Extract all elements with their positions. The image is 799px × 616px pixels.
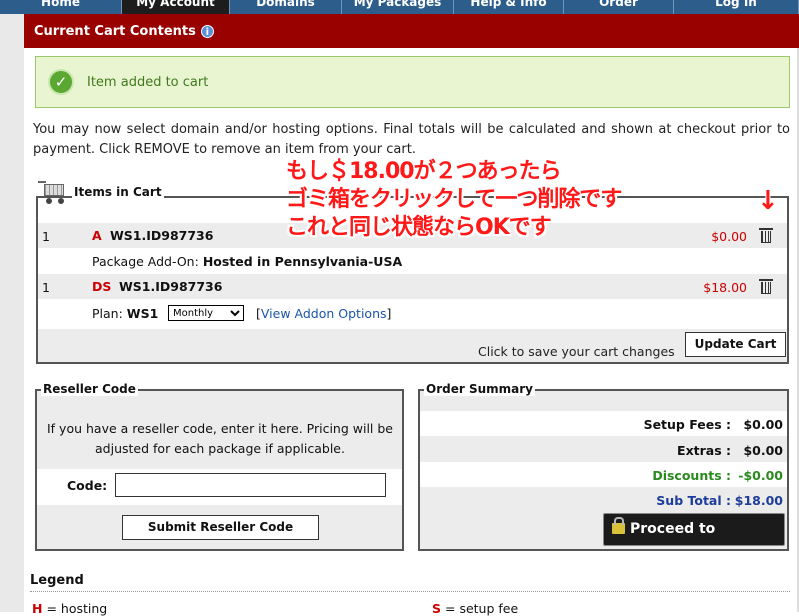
addon-text: Package Add-On: Hosted in Pennsylvania-U… [92,254,402,269]
tab-log-in[interactable]: Log In [674,0,799,14]
page-title: Current Cart Contents [34,24,196,39]
legend-hosting: H = hosting [32,601,107,616]
shopping-cart-icon [38,178,68,206]
cart-legend-label: Items in Cart [72,185,164,199]
summary-label: Setup Fees : [643,417,731,432]
legend-desc: = hosting [46,601,108,616]
cart-item-row: 1 DS WS1.ID987736 $18.00 [38,274,787,299]
down-arrow-icon: ↓ [757,186,779,216]
tab-home[interactable]: Home [0,0,122,14]
item-price: $18.00 [703,280,747,295]
proceed-to-checkout-button[interactable]: Proceed to Checkout [603,513,785,568]
addon-options-link-wrap: [View Addon Options] [256,306,391,321]
addon-value: Hosted in Pennsylvania-USA [202,254,403,269]
summary-value: -$0.00 [738,468,783,483]
item-price: $0.00 [711,229,747,244]
reseller-legend: Reseller Code [41,382,138,396]
info-icon[interactable]: i [200,25,214,38]
code-label: Code: [67,478,108,493]
reseller-box: Reseller Code If you have a reseller cod… [35,382,404,551]
legend-desc: = setup fee [445,601,519,616]
summary-label: Discounts : [652,468,731,483]
item-qty: 1 [42,229,50,244]
summary-row-extras: Extras : $0.00 [420,437,787,462]
tab-domains[interactable]: Domains [230,0,342,14]
addon-row: Package Add-On: Hosted in Pennsylvania-U… [38,249,787,274]
billing-cycle-select[interactable]: Monthly [168,305,244,321]
update-row: Click to save your cart changes Update C… [38,329,787,362]
view-addon-options-link[interactable]: View Addon Options [261,306,387,321]
plan-row: Plan: WS1 Monthly [View Addon Options] [38,301,787,326]
tab-my-account[interactable]: My Account [122,0,230,14]
save-hint: Click to save your cart changes [478,344,675,359]
trash-icon[interactable] [759,277,773,294]
plan-value: WS1 [126,306,159,321]
summary-value: $0.00 [743,417,783,432]
item-code: DS [92,279,112,294]
legend-title: Legend [30,573,84,588]
annotation-line: ゴミ箱をクリックして一つ削除です [286,187,622,212]
legend-setup: S = setup fee [432,601,518,616]
item-qty: 1 [42,280,50,295]
trash-icon[interactable] [759,226,773,243]
summary-row-subtotal: Sub Total : $18.00 [420,487,787,512]
reseller-text: If you have a reseller code, enter it he… [46,421,393,456]
success-alert: ✓ Item added to cart [35,56,790,108]
plan-label: Plan: [92,306,123,321]
annotation-line: もし＄18.00が２つあったら [286,159,562,184]
summary-value: $18.00 [734,493,783,508]
check-circle-icon: ✓ [48,69,74,95]
left-margin [0,14,24,612]
intro-text: You may now select domain and/or hosting… [33,122,790,157]
summary-row-discounts: Discounts : -$0.00 [420,462,787,487]
addon-label: Package Add-On: [92,254,199,269]
summary-legend: Order Summary [424,382,535,396]
legend-divider [30,591,790,592]
cart-legend: Items in Cart [38,178,164,206]
reseller-code-input[interactable] [115,473,386,497]
tab-order[interactable]: Order [564,0,674,14]
submit-reseller-code-button[interactable]: Submit Reseller Code [122,515,319,540]
summary-row-setup: Setup Fees : $0.00 [420,411,787,436]
alert-message: Item added to cart [87,75,209,90]
summary-label: Extras : [677,443,731,458]
item-name: WS1.ID987736 [119,279,223,294]
legend-key: H [32,601,43,616]
top-nav: Home My Account Domains My Packages Help… [0,0,799,14]
update-cart-button[interactable]: Update Cart [685,332,786,357]
item-name: WS1.ID987736 [110,228,214,243]
bracket-close: ] [386,306,392,321]
annotation-line: これと同じ状態ならOKです [286,215,552,240]
lock-icon [612,517,625,534]
annotation-note: もし＄18.00が２つあったら ゴミ箱をクリックして一つ削除です これと同じ状態… [286,158,622,242]
item-code: A [92,228,102,243]
page-header: Current Cart Contents i [24,14,799,48]
plan-text: Plan: WS1 [92,306,158,321]
reseller-code-row: Code: [37,469,402,505]
checkout-label: Proceed to Checkout [630,521,716,568]
legend-key: S [432,601,442,616]
tab-my-packages[interactable]: My Packages [342,0,454,14]
tab-help-info[interactable]: Help & Info [454,0,564,14]
summary-value: $0.00 [743,443,783,458]
summary-label: Sub Total : [656,493,731,508]
